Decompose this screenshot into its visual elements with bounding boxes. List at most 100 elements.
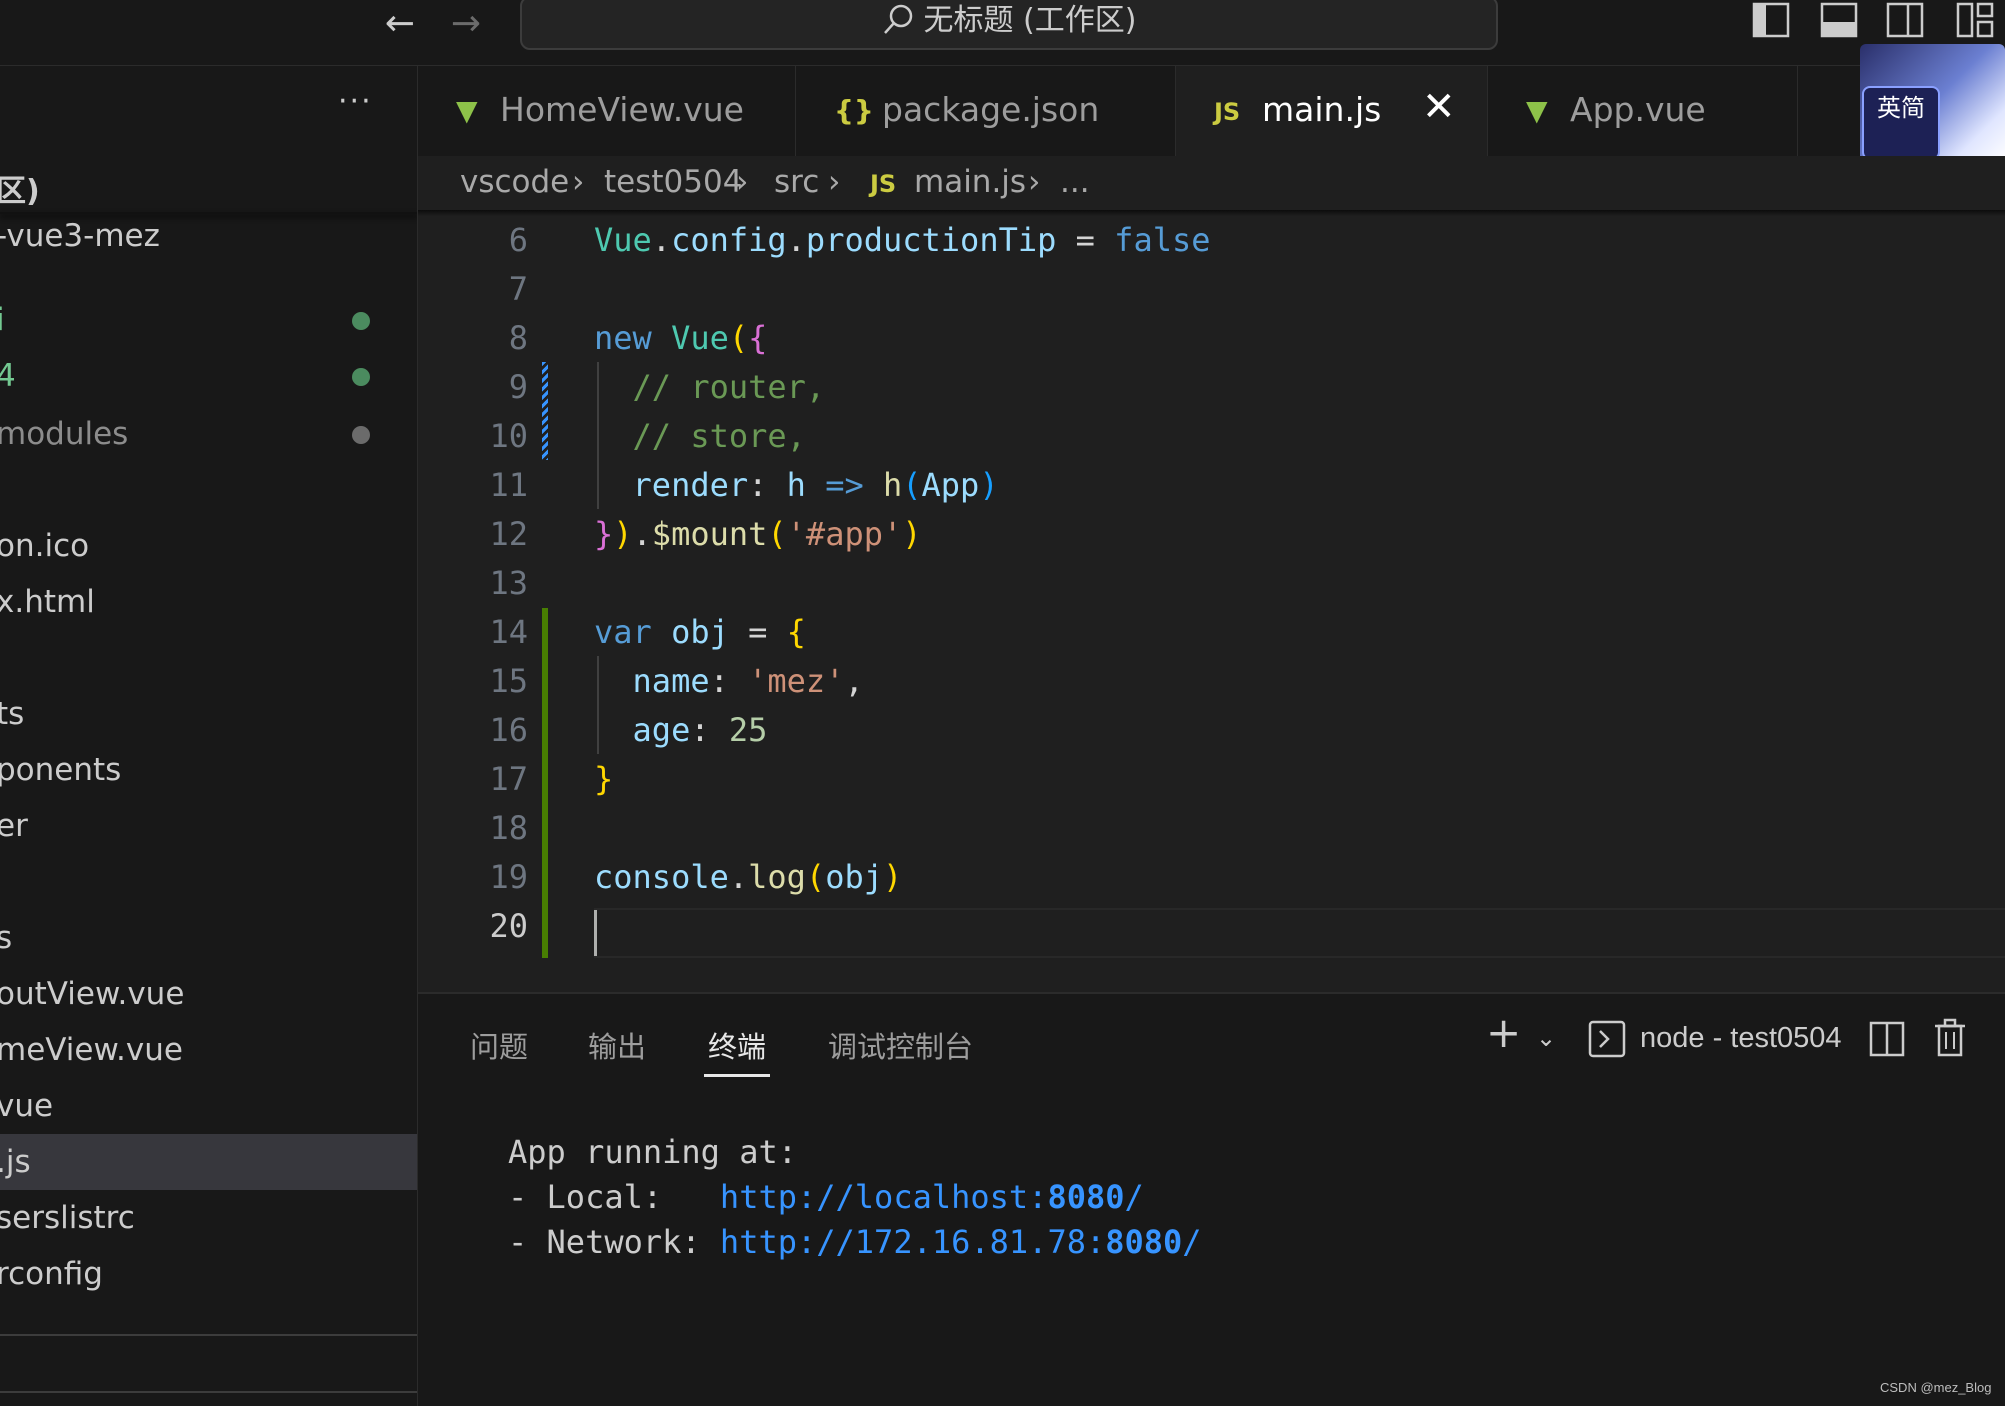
url-text: / [1124, 1178, 1144, 1216]
port-text: 8080 [1047, 1178, 1125, 1216]
forward-arrow-icon[interactable]: → [446, 4, 486, 44]
git-status-dot [352, 426, 370, 444]
code-text: age: 25 [632, 711, 768, 749]
line-number: 7 [508, 270, 528, 308]
close-icon[interactable]: ✕ [1422, 84, 1456, 130]
tree-item-label: -vue3-mez [0, 218, 160, 254]
breadcrumb-main-js[interactable]: main.js [914, 164, 1026, 200]
tree-item[interactable]: modules [0, 406, 417, 462]
trash-icon[interactable] [1932, 1018, 1968, 1058]
code-text: render: h => h(App) [632, 466, 999, 504]
ime-badge[interactable]: 英简 [1862, 86, 1940, 160]
terminal-line: App running at: [508, 1133, 797, 1171]
tree-item[interactable] [0, 854, 417, 910]
timeline-divider [0, 1391, 417, 1393]
tab-label: package.json [882, 90, 1100, 129]
chevron-down-icon[interactable]: ⌄ [1536, 1024, 1556, 1052]
ime-badge-label: 英简 [1877, 94, 1925, 122]
network-url-link[interactable]: http://172.16.81.78:8080/ [720, 1223, 1202, 1261]
toggle-secondary-sidebar-icon[interactable] [1886, 2, 1926, 38]
tree-item-label: serslistrc [0, 1200, 135, 1236]
toggle-panel-icon[interactable] [1820, 2, 1860, 38]
chevron-right-icon: › [572, 164, 585, 200]
tree-item[interactable]: ponents [0, 742, 417, 798]
breadcrumb-src[interactable]: src [774, 164, 819, 200]
explorer-section-title[interactable]: 区) [0, 166, 40, 210]
chevron-right-icon: › [828, 164, 841, 200]
tab-homeview-vue[interactable]: ▼ HomeView.vue [418, 66, 796, 156]
command-center-search[interactable]: 无标题 (工作区) [520, 0, 1498, 50]
tree-item[interactable]: outView.vue [0, 966, 417, 1022]
tree-item[interactable]: .js [0, 1134, 417, 1190]
code-line: 7 [418, 265, 2005, 314]
code-text: // store, [594, 417, 806, 455]
new-terminal-icon[interactable]: + [1486, 1008, 1521, 1057]
terminal-name[interactable]: node - test0504 [1640, 1022, 1842, 1055]
git-status-dot [352, 312, 370, 330]
code-text: name: 'mez', [632, 662, 864, 700]
tab-terminal[interactable]: 终端 [704, 1024, 771, 1077]
tab-main-js[interactable]: JS main.js ✕ [1176, 66, 1488, 156]
tree-item-label: on.ico [0, 528, 90, 564]
tree-item[interactable]: ts [0, 686, 417, 742]
code-editor[interactable]: 6 Vue.config.productionTip = false 7 8 n… [418, 216, 2005, 992]
line-number: 15 [489, 662, 528, 700]
json-icon: {} [834, 94, 874, 127]
terminal-icon [1588, 1020, 1626, 1058]
line-number: 17 [489, 760, 528, 798]
tab-problems[interactable]: 问题 [470, 1024, 528, 1066]
code-text: } [594, 760, 614, 798]
line-number: 19 [489, 858, 528, 896]
tree-item[interactable]: on.ico [0, 518, 417, 574]
tree-item[interactable]: s [0, 910, 417, 966]
code-line: 11 render: h => h(App) [418, 461, 2005, 510]
tree-item-label: x.html [0, 584, 95, 620]
tree-item-label: ponents [0, 752, 122, 788]
code-text: new Vue({ [594, 319, 768, 357]
tree-item[interactable]: rconfig [0, 1246, 417, 1302]
tab-label: 终端 [708, 1030, 767, 1064]
toggle-primary-sidebar-icon[interactable] [1752, 2, 1792, 38]
terminal-line: - Network: [508, 1223, 720, 1261]
breadcrumb-test0504[interactable]: test0504 [604, 164, 742, 200]
code-line: 9 // router, [418, 363, 2005, 412]
tree-item-label: vue [0, 1088, 54, 1124]
tree-item[interactable]: x.html [0, 574, 417, 630]
tab-debug-console[interactable]: 调试控制台 [828, 1024, 973, 1066]
ime-avatar-image: 英简 [1860, 44, 2005, 162]
local-url-link[interactable]: http://localhost:8080/ [720, 1178, 1144, 1216]
customize-layout-icon[interactable] [1956, 2, 1996, 38]
tree-item[interactable]: -vue3-mez [0, 208, 417, 264]
tab-label: 输出 [588, 1030, 647, 1064]
tab-app-vue[interactable]: ▼ App.vue [1488, 66, 1798, 156]
code-text: var obj = { [594, 613, 806, 651]
code-text: console.log(obj) [594, 858, 903, 896]
terminal-output[interactable]: App running at: - Local: http://localhos… [508, 1130, 1202, 1265]
tab-output[interactable]: 输出 [588, 1024, 646, 1066]
url-text: http://localhost: [719, 1178, 1048, 1216]
url-text: / [1182, 1223, 1202, 1261]
code-line: 18 [418, 804, 2005, 853]
tab-package-json[interactable]: {} package.json [796, 66, 1176, 156]
tree-item-label: outView.vue [0, 976, 185, 1012]
tree-item[interactable]: i [0, 292, 417, 348]
code-line: 15 name: 'mez', [418, 657, 2005, 706]
code-line: 10 // store, [418, 412, 2005, 461]
breadcrumb-symbols[interactable]: ... [1060, 164, 1090, 200]
code-line: 17 } [418, 755, 2005, 804]
code-text: }).$mount('#app') [594, 515, 922, 553]
tree-item[interactable]: meView.vue [0, 1022, 417, 1078]
more-actions-icon[interactable]: ··· [338, 84, 373, 119]
tree-item[interactable]: 4 [0, 348, 417, 404]
breadcrumb-vscode[interactable]: vscode [460, 164, 569, 200]
breadcrumb: vscode › test0504 › src › JS main.js › .… [418, 156, 2005, 210]
tree-item-label: rconfig [0, 1256, 103, 1292]
bottom-panel: 问题 输出 终端 调试控制台 + ⌄ node - test0504 App r… [418, 992, 2005, 1406]
split-terminal-icon[interactable] [1868, 1020, 1906, 1058]
tree-item[interactable]: serslistrc [0, 1190, 417, 1246]
tree-item[interactable]: vue [0, 1078, 417, 1134]
code-line: 20 [418, 902, 2005, 951]
tree-item-label: ts [0, 696, 25, 732]
back-arrow-icon[interactable]: ← [380, 4, 420, 44]
tree-item[interactable]: er [0, 798, 417, 854]
